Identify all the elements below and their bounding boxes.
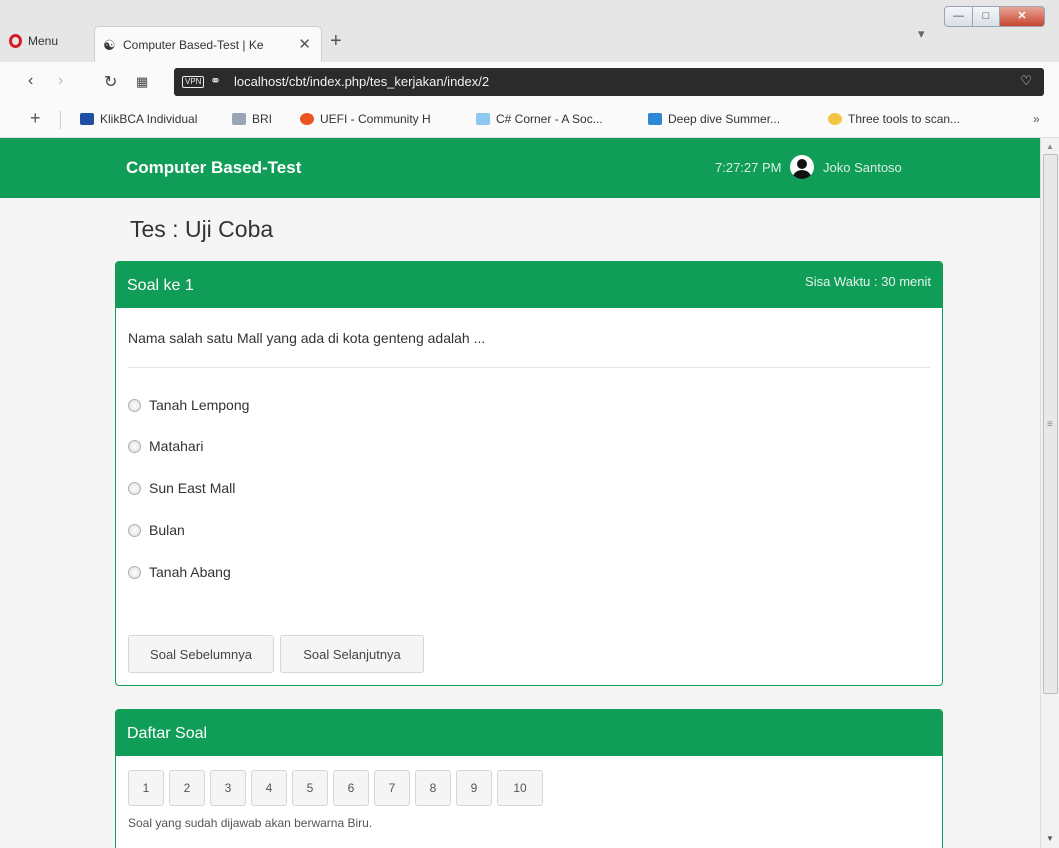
globe-icon: ⚭ (210, 73, 221, 88)
menu-button[interactable]: Menu (28, 34, 58, 48)
active-tab[interactable]: ☯ Computer Based-Test | Ke ✕ (94, 26, 322, 62)
answer-option[interactable]: Tanah Lempong (128, 397, 249, 413)
opera-logo-icon[interactable] (9, 34, 22, 48)
page-title: Tes : Uji Coba (130, 216, 274, 242)
question-number-button[interactable]: 7 (374, 770, 410, 806)
tab-bar: Menu ☯ Computer Based-Test | Ke ✕ + ▾ — … (0, 0, 1059, 62)
add-bookmark-icon[interactable]: + (30, 108, 41, 129)
previous-question-button[interactable]: Soal Sebelumnya (128, 635, 274, 673)
question-number-button[interactable]: 8 (415, 770, 451, 806)
answer-option[interactable]: Bulan (128, 522, 185, 538)
site-navbar: Computer Based-Test 7:27:27 PM Joko Sant… (0, 138, 1040, 198)
scroll-thumb[interactable]: ≡ (1043, 154, 1058, 694)
question-number-button[interactable]: 6 (333, 770, 369, 806)
bookmark-uefi[interactable]: UEFI - Community H (300, 112, 431, 126)
scroll-down-icon[interactable]: ▼ (1046, 834, 1054, 843)
radio-button[interactable] (128, 440, 141, 453)
question-list-title: Daftar Soal (127, 725, 208, 742)
question-number-button[interactable]: 1 (128, 770, 164, 806)
bookmarks-divider (60, 111, 61, 129)
bookmark-klikbca[interactable]: KlikBCA Individual (80, 112, 197, 126)
bri-icon (232, 113, 246, 125)
bookmark-csharp-corner[interactable]: C# Corner - A Soc... (476, 112, 603, 126)
forward-icon[interactable]: › (58, 72, 63, 90)
question-list-panel: Daftar Soal 1 2 3 4 5 6 7 8 9 10 Soal ya… (115, 709, 943, 848)
scroll-up-icon[interactable]: ▲ (1046, 142, 1054, 151)
incognito-icon: ☯ (103, 37, 116, 53)
page-content: Computer Based-Test 7:27:27 PM Joko Sant… (0, 138, 1040, 848)
heart-icon[interactable]: ♡ (1020, 73, 1032, 89)
question-panel-header: Soal ke 1 Sisa Waktu : 30 menit (116, 262, 942, 308)
remaining-time: Sisa Waktu : 30 menit (805, 274, 931, 289)
lightbulb-icon (828, 113, 842, 125)
answered-note: Soal yang sudah dijawab akan berwarna Bi… (128, 816, 373, 830)
avatar-icon[interactable] (790, 155, 814, 179)
question-number: Soal ke 1 (127, 277, 194, 294)
answer-option[interactable]: Tanah Abang (128, 564, 231, 580)
minimize-button[interactable]: — (944, 6, 973, 27)
star-icon (648, 113, 662, 125)
question-number-button[interactable]: 9 (456, 770, 492, 806)
bookmarks-bar: + KlikBCA Individual BRI UEFI - Communit… (0, 102, 1059, 138)
user-name[interactable]: Joko Santoso (823, 160, 902, 175)
radio-button[interactable] (128, 566, 141, 579)
more-bookmarks-icon[interactable]: » (1033, 112, 1040, 126)
url-text[interactable]: localhost/cbt/index.php/tes_kerjakan/ind… (234, 74, 489, 89)
bookmark-deep-dive[interactable]: Deep dive Summer... (648, 112, 780, 126)
bank-icon (80, 113, 94, 125)
site-brand[interactable]: Computer Based-Test (126, 158, 301, 178)
vpn-badge[interactable]: VPN (182, 76, 205, 88)
question-number-button[interactable]: 3 (210, 770, 246, 806)
speed-dial-icon[interactable]: ▦ (136, 74, 148, 90)
browser-window: Menu ☯ Computer Based-Test | Ke ✕ + ▾ — … (0, 0, 1059, 848)
url-field[interactable]: VPN ⚭ localhost/cbt/index.php/tes_kerjak… (174, 68, 1044, 96)
divider (128, 367, 930, 368)
next-question-button[interactable]: Soal Selanjutnya (280, 635, 424, 673)
radio-button[interactable] (128, 524, 141, 537)
tab-title: Computer Based-Test | Ke (123, 38, 264, 52)
question-text: Nama salah satu Mall yang ada di kota ge… (128, 330, 486, 346)
grip-icon: ≡ (1047, 419, 1053, 430)
reload-icon[interactable]: ↻ (104, 72, 117, 92)
question-number-button[interactable]: 2 (169, 770, 205, 806)
question-number-button[interactable]: 10 (497, 770, 543, 806)
new-tab-icon[interactable]: + (330, 30, 342, 53)
bookmark-three-tools[interactable]: Three tools to scan... (828, 112, 960, 126)
question-number-button[interactable]: 5 (292, 770, 328, 806)
question-number-button[interactable]: 4 (251, 770, 287, 806)
back-icon[interactable]: ‹ (28, 72, 33, 90)
csharp-icon (476, 113, 490, 125)
ubuntu-icon (300, 113, 314, 125)
tab-menu-icon[interactable]: ▾ (918, 26, 925, 42)
question-panel: Soal ke 1 Sisa Waktu : 30 menit Nama sal… (115, 261, 943, 686)
address-bar: ‹ › ↻ ▦ VPN ⚭ localhost/cbt/index.php/te… (0, 62, 1059, 102)
question-list-header: Daftar Soal (116, 710, 942, 756)
close-window-button[interactable]: ✕ (999, 6, 1045, 27)
vertical-scrollbar[interactable]: ▲ ≡ ▼ (1040, 138, 1059, 848)
answer-option[interactable]: Matahari (128, 438, 203, 454)
question-number-buttons: 1 2 3 4 5 6 7 8 9 10 (128, 770, 548, 806)
answer-option[interactable]: Sun East Mall (128, 480, 235, 496)
bookmark-bri[interactable]: BRI (232, 112, 272, 126)
close-tab-icon[interactable]: ✕ (298, 35, 311, 53)
radio-button[interactable] (128, 399, 141, 412)
maximize-button[interactable]: □ (972, 6, 1000, 27)
radio-button[interactable] (128, 482, 141, 495)
clock: 7:27:27 PM (715, 160, 782, 175)
